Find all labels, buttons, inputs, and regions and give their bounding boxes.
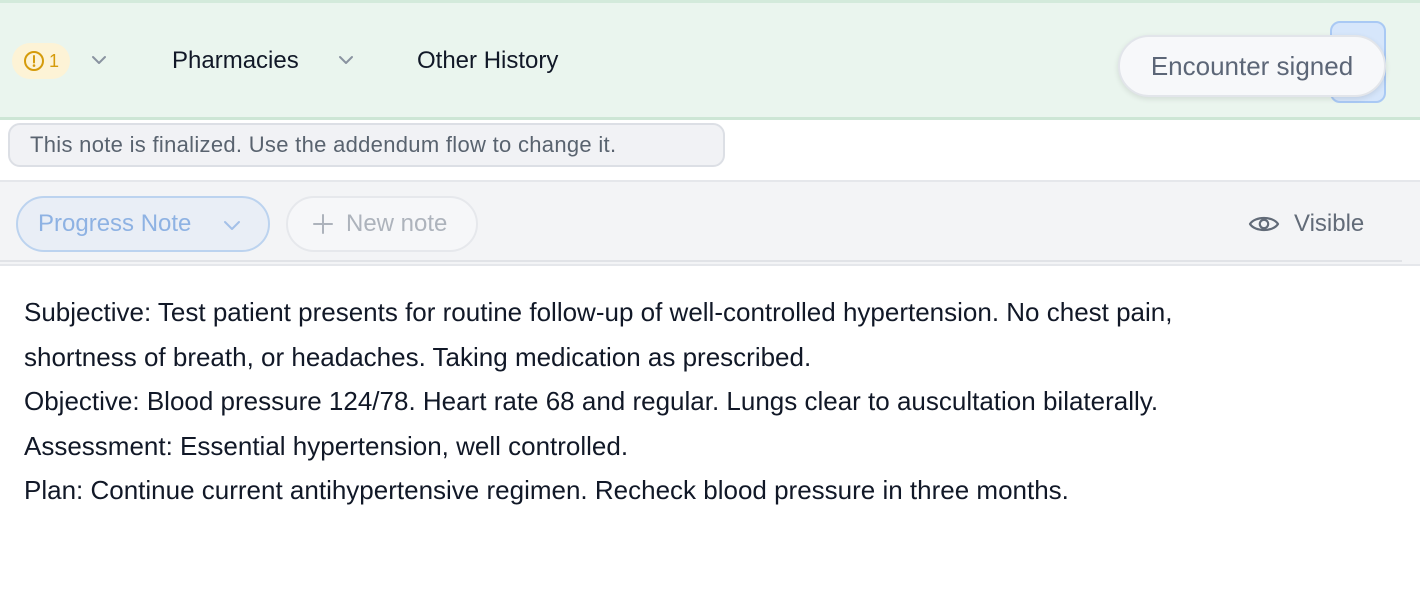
visibility-toggle[interactable]: Visible xyxy=(1248,206,1364,242)
new-note-button[interactable]: New note xyxy=(286,196,478,252)
chevron-down-icon[interactable] xyxy=(337,53,355,67)
status-badge-label: Encounter signed xyxy=(1150,50,1354,81)
note-body: Subjective: Test patient presents for ro… xyxy=(24,290,1404,513)
finalized-notice-text: This note is finalized. Use the addendum… xyxy=(30,132,617,157)
eye-icon xyxy=(1248,216,1280,232)
encounter-header: 1 Pharmacies Other History Encounter sig… xyxy=(0,0,1420,120)
note-line-subjective-cont: shortness of breath, or headaches. Takin… xyxy=(24,341,812,372)
status-badge: Encounter signed xyxy=(1118,35,1386,97)
new-note-label: New note xyxy=(346,210,448,237)
note-line-subjective: Subjective: Test patient presents for ro… xyxy=(24,297,1173,327)
note-line-objective: Objective: Blood pressure 124/78. Heart … xyxy=(24,386,1159,416)
nav-other-history[interactable]: Other History xyxy=(417,47,558,75)
note-type-label: Progress Note xyxy=(38,210,192,237)
nav-pharmacies[interactable]: Pharmacies xyxy=(172,47,299,75)
alert-circle-icon xyxy=(23,51,44,71)
plus-icon xyxy=(313,214,333,234)
toolbar-divider xyxy=(0,260,1402,262)
note-line-plan: Plan: Continue current antihypertensive … xyxy=(24,475,1069,505)
note-line-assessment: Assessment: Essential hypertension, well… xyxy=(24,430,629,461)
alert-count: 1 xyxy=(48,50,59,71)
chevron-down-icon xyxy=(224,221,240,230)
finalized-notice: This note is finalized. Use the addendum… xyxy=(8,123,725,167)
chevron-down-icon[interactable] xyxy=(90,53,108,67)
visibility-label: Visible xyxy=(1294,210,1365,237)
note-toolbar: Progress Note New note Visible xyxy=(0,180,1420,266)
note-type-select[interactable]: Progress Note xyxy=(16,196,270,252)
alert-badge[interactable]: 1 xyxy=(12,43,70,79)
